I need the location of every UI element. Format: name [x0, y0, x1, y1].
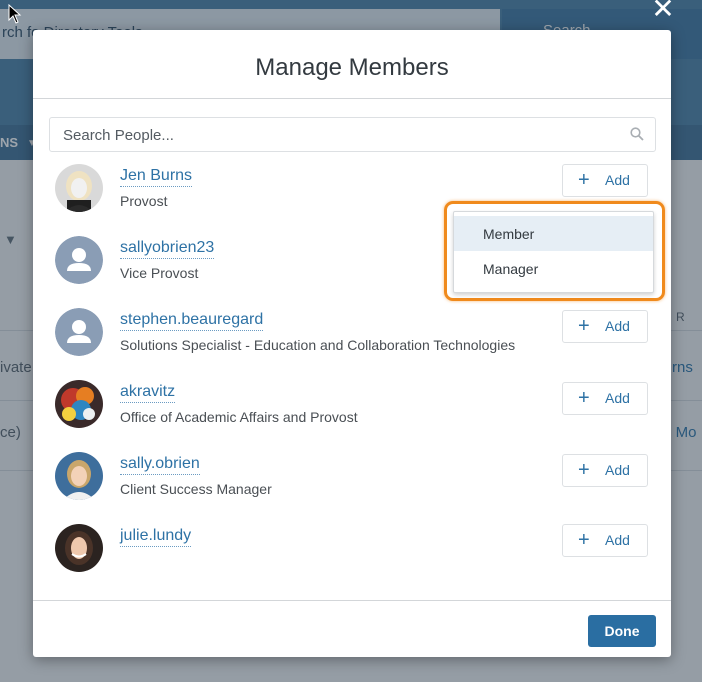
dropdown-item-member[interactable]: Member: [454, 216, 653, 251]
close-icon[interactable]: ✕: [648, 0, 678, 24]
avatar-photo-icon: [55, 380, 103, 428]
person-name-link[interactable]: stephen.beauregard: [120, 311, 264, 331]
default-user-icon: [55, 308, 103, 356]
add-button-label: Add: [605, 318, 630, 334]
dropdown-item-label: Member: [483, 226, 535, 242]
person-title: Provost: [120, 193, 168, 209]
search-people-input[interactable]: [61, 123, 615, 147]
person-row: julie.lundy + Add: [33, 524, 671, 596]
person-title: Office of Academic Affairs and Provost: [120, 409, 358, 425]
avatar: [55, 524, 103, 572]
manage-members-modal: Manage Members Jen Burns Provost + Add: [33, 30, 671, 657]
person-row: akravitz Office of Academic Affairs and …: [33, 380, 671, 452]
person-name-link[interactable]: akravitz: [120, 383, 176, 403]
add-button[interactable]: + Add: [562, 164, 648, 197]
person-title: Solutions Specialist - Education and Col…: [120, 337, 516, 353]
person-row: stephen.beauregard Solutions Specialist …: [33, 308, 671, 380]
add-button[interactable]: + Add: [562, 524, 648, 557]
add-button-label: Add: [605, 462, 630, 478]
person-name-link[interactable]: sallyobrien23: [120, 239, 215, 259]
search-people-box[interactable]: [49, 117, 656, 152]
add-button[interactable]: + Add: [562, 310, 648, 343]
avatar: [55, 164, 103, 212]
plus-icon: +: [578, 387, 590, 409]
person-title: Client Success Manager: [120, 481, 272, 497]
mouse-cursor-icon: [8, 4, 22, 24]
avatar: [55, 308, 103, 356]
role-dropdown-menu: Member Manager: [453, 211, 654, 293]
person-title: Vice Provost: [120, 265, 199, 281]
plus-icon: +: [578, 529, 590, 551]
person-name-link[interactable]: julie.lundy: [120, 527, 192, 547]
avatar-photo-icon: [55, 452, 103, 500]
dropdown-item-manager[interactable]: Manager: [454, 251, 653, 286]
add-button-label: Add: [605, 532, 630, 548]
avatar: [55, 452, 103, 500]
modal-footer: Done: [33, 600, 671, 658]
modal-title: Manage Members: [255, 54, 449, 81]
done-button[interactable]: Done: [588, 615, 656, 647]
avatar: [55, 380, 103, 428]
modal-header: Manage Members: [33, 30, 671, 99]
avatar-photo-icon: [55, 164, 103, 212]
add-button[interactable]: + Add: [562, 454, 648, 487]
plus-icon: +: [578, 315, 590, 337]
add-button-label: Add: [605, 172, 630, 188]
plus-icon: +: [578, 169, 590, 191]
avatar-photo-icon: [55, 524, 103, 572]
add-button-label: Add: [605, 390, 630, 406]
default-user-icon: [55, 236, 103, 284]
add-button[interactable]: + Add: [562, 382, 648, 415]
person-name-link[interactable]: sally.obrien: [120, 455, 200, 475]
plus-icon: +: [578, 459, 590, 481]
person-name-link[interactable]: Jen Burns: [120, 167, 193, 187]
avatar: [55, 236, 103, 284]
dropdown-item-label: Manager: [483, 261, 539, 277]
person-row: sally.obrien Client Success Manager + Ad…: [33, 452, 671, 524]
search-icon: [630, 127, 644, 141]
